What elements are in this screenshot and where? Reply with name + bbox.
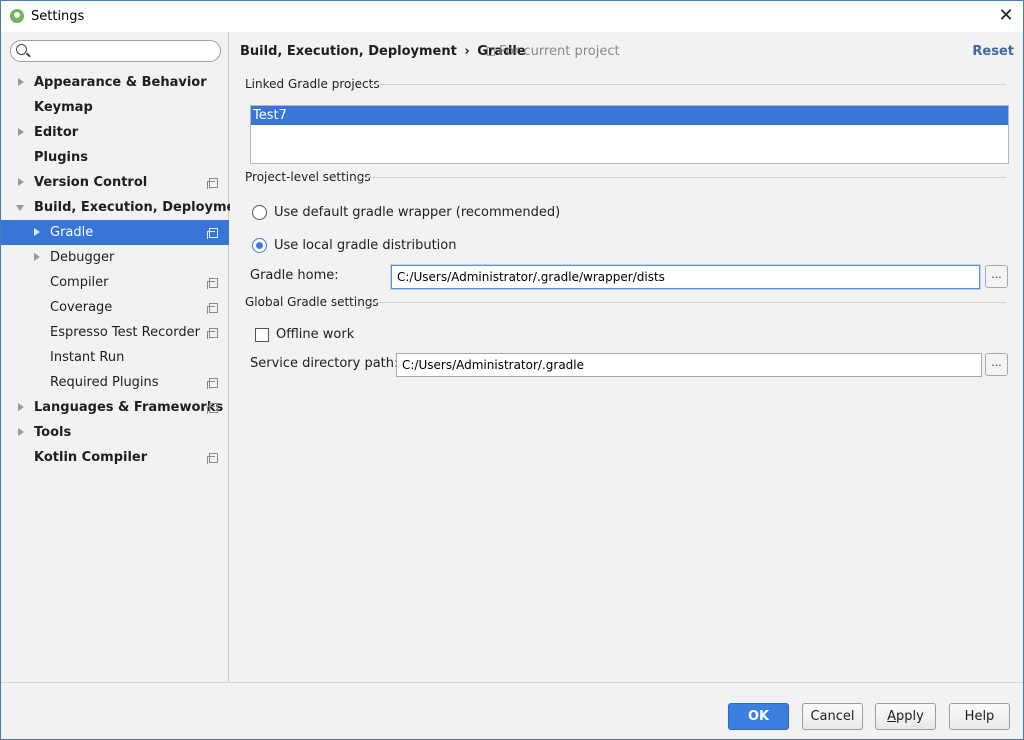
sidebar-item[interactable]: Keymap: [1, 95, 229, 120]
reset-link[interactable]: Reset: [972, 44, 1014, 59]
close-icon[interactable]: ✕: [995, 5, 1017, 27]
sidebar-item-label: Gradle: [50, 225, 94, 240]
android-studio-icon: [10, 9, 24, 23]
sidebar-item-label: Appearance & Behavior: [34, 75, 207, 90]
gradle-home-label: Gradle home:: [250, 268, 339, 283]
help-button[interactable]: Help: [949, 703, 1010, 730]
project-scope-icon: [207, 378, 218, 389]
settings-tree: Appearance & Behavior Keymap Editor Plugins…: [1, 70, 251, 470]
sidebar-item-label: Debugger: [50, 250, 115, 265]
gradle-home-field[interactable]: [391, 265, 980, 289]
sidebar-item-label: Build, Execution, Deployment: [34, 200, 251, 215]
collapsed-arrow-icon[interactable]: [16, 395, 28, 420]
collapsed-arrow-icon[interactable]: [32, 220, 44, 245]
cancel-button[interactable]: Cancel: [802, 703, 863, 730]
offline-work-checkbox[interactable]: [255, 328, 269, 342]
sidebar-item[interactable]: Debugger: [1, 245, 229, 270]
sidebar-item[interactable]: Required Plugins: [1, 370, 229, 395]
sidebar-item[interactable]: Compiler: [1, 270, 229, 295]
project-scope-icon: [207, 178, 218, 189]
collapsed-arrow-icon[interactable]: [16, 170, 28, 195]
collapsed-arrow-icon[interactable]: [16, 70, 28, 95]
title-bar: Settings ✕: [1, 1, 1023, 32]
project-scope-icon: [207, 453, 218, 464]
settings-sidebar: Appearance & Behavior Keymap Editor Plugins…: [1, 32, 251, 682]
default-wrapper-label: Use default gradle wrapper (recommended): [274, 205, 561, 220]
breadcrumb-separator: ›: [464, 44, 470, 59]
linked-projects-list[interactable]: Test7: [250, 105, 1009, 164]
settings-window: Settings ✕ Appearance & Behavior Keymap Ed…: [0, 0, 1024, 740]
ok-button[interactable]: OK: [728, 703, 789, 730]
service-directory-label: Service directory path:: [250, 356, 399, 371]
project-settings-title: Project-level settings: [245, 170, 371, 184]
sidebar-item[interactable]: Version Control: [1, 170, 229, 195]
collapsed-arrow-icon[interactable]: [16, 120, 28, 145]
sidebar-item-label: Espresso Test Recorder: [50, 325, 200, 340]
sidebar-item[interactable]: Appearance & Behavior: [1, 70, 229, 95]
apply-button[interactable]: Apply: [875, 703, 936, 730]
local-distribution-radio[interactable]: [252, 238, 267, 253]
sidebar-item-label: Instant Run: [50, 350, 125, 365]
section-divider: [368, 302, 1006, 303]
sidebar-item[interactable]: Instant Run: [1, 345, 229, 370]
sidebar-item[interactable]: Espresso Test Recorder: [1, 320, 229, 345]
breadcrumb: Build, Execution, Deployment › Gradle: [240, 44, 526, 59]
global-settings-title: Global Gradle settings: [245, 295, 379, 309]
collapsed-arrow-icon[interactable]: [16, 420, 28, 445]
sidebar-item[interactable]: Gradle: [1, 220, 229, 245]
project-scope-icon: [207, 403, 218, 414]
sidebar-item-label: Languages & Frameworks: [34, 400, 224, 415]
linked-project-item[interactable]: Test7: [251, 106, 1008, 125]
gradle-home-browse-button[interactable]: ...: [985, 265, 1008, 288]
sidebar-item[interactable]: Kotlin Compiler: [1, 445, 229, 470]
sidebar-item-label: Tools: [34, 425, 72, 440]
search-box[interactable]: [10, 40, 221, 62]
search-icon: [16, 44, 27, 55]
sidebar-item-label: Plugins: [34, 150, 88, 165]
sidebar-item[interactable]: Languages & Frameworks: [1, 395, 229, 420]
gradle-settings-panel: Build, Execution, Deployment › Gradle Fo…: [230, 32, 1023, 682]
sidebar-item-label: Compiler: [50, 275, 109, 290]
project-scope-label: For current project: [499, 44, 620, 59]
apply-label-rest: pply: [896, 709, 924, 724]
sidebar-item-label: Coverage: [50, 300, 113, 315]
sidebar-item[interactable]: Build, Execution, Deployment: [1, 195, 251, 220]
sidebar-item[interactable]: Coverage: [1, 295, 229, 320]
offline-work-label: Offline work: [276, 327, 355, 342]
project-scope-icon: [487, 47, 495, 56]
sidebar-item[interactable]: Editor: [1, 120, 229, 145]
project-scope-icon: [207, 328, 218, 339]
expanded-arrow-icon[interactable]: [16, 195, 28, 220]
section-divider: [361, 177, 1006, 178]
apply-mnemonic: A: [887, 709, 897, 724]
project-scope-icon: [207, 228, 218, 239]
section-divider: [370, 84, 1006, 85]
service-directory-browse-button[interactable]: ...: [985, 353, 1008, 376]
search-input[interactable]: [31, 43, 216, 59]
sidebar-item-label: Required Plugins: [50, 375, 159, 390]
project-scope: For current project: [487, 44, 620, 59]
sidebar-item-label: Editor: [34, 125, 79, 140]
service-directory-field[interactable]: [396, 353, 982, 377]
sidebar-item-label: Keymap: [34, 100, 93, 115]
dialog-footer: OK Cancel Apply Help: [1, 682, 1023, 739]
window-title: Settings: [31, 9, 85, 24]
default-wrapper-radio[interactable]: [252, 205, 267, 220]
sidebar-item-label: Version Control: [34, 175, 148, 190]
sidebar-item[interactable]: Tools: [1, 420, 229, 445]
sidebar-item[interactable]: Plugins: [1, 145, 229, 170]
project-scope-icon: [207, 303, 218, 314]
sidebar-item-label: Kotlin Compiler: [34, 450, 148, 465]
collapsed-arrow-icon[interactable]: [32, 245, 44, 270]
breadcrumb-parent: Build, Execution, Deployment: [240, 44, 457, 59]
project-scope-icon: [207, 278, 218, 289]
local-distribution-label: Use local gradle distribution: [274, 238, 457, 253]
linked-projects-title: Linked Gradle projects: [245, 77, 380, 91]
